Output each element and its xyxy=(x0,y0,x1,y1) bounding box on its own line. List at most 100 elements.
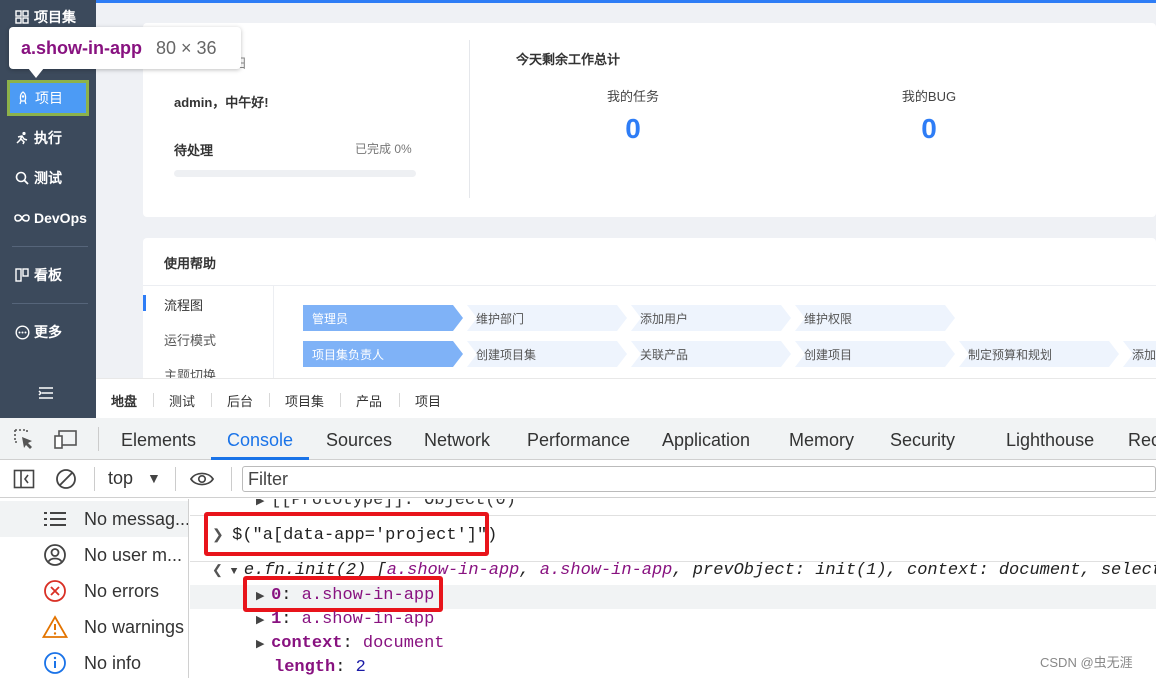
entry-value: 2 xyxy=(355,658,366,677)
sidebar-label: No messag... xyxy=(84,508,188,529)
sidebar-item-test[interactable]: 测试 xyxy=(0,161,96,195)
sidebar-filter-user-messages[interactable]: No user m... xyxy=(0,537,188,573)
console-text: [[Prototype]]: Object(0) xyxy=(271,499,516,510)
clear-console-icon[interactable] xyxy=(54,467,78,491)
tab-performance[interactable]: Performance xyxy=(527,430,630,451)
eye-icon[interactable] xyxy=(190,467,214,491)
sidebar-item-project[interactable]: 项目 xyxy=(7,80,89,116)
console-entry[interactable]: ▶ context: document xyxy=(256,634,445,653)
tab-separator xyxy=(211,393,212,407)
collapse-menu-icon[interactable] xyxy=(38,386,54,405)
my-bugs-label: 我的BUG xyxy=(901,89,957,104)
devtools-tab-bar: Elements Console Sources Network Perform… xyxy=(0,418,1156,460)
expand-arrow-icon: ▶ xyxy=(256,639,272,651)
device-toolbar-icon[interactable] xyxy=(54,428,78,450)
inspect-element-icon[interactable] xyxy=(12,428,36,450)
sidebar-item-execution[interactable]: 执行 xyxy=(0,121,96,155)
flow-step: 维护部门 xyxy=(467,305,627,331)
caret-down-icon[interactable]: ▼ xyxy=(147,470,161,486)
my-bugs-count[interactable]: 0 xyxy=(869,113,989,145)
welcome-card: 日 admin，中午好! 待处理 已完成 0% 今天剩余工作总计 我的任务 0 … xyxy=(143,23,1156,217)
sidebar-filter-info[interactable]: No info xyxy=(0,645,188,678)
sidebar-item-kanban[interactable]: 看板 xyxy=(0,258,96,292)
flow-step: 管理员 xyxy=(303,305,463,331)
sidebar-label: No info xyxy=(84,652,142,673)
tooltip-arrow xyxy=(28,68,44,78)
run-icon xyxy=(14,130,30,146)
entry-value: document xyxy=(362,634,445,653)
console-text: , xyxy=(519,561,540,580)
tab-recorder[interactable]: Rec xyxy=(1128,430,1156,451)
console-prototype-line[interactable]: ▶ [[Prototype]]: Object(0) xyxy=(256,499,516,510)
tab-application[interactable]: Application xyxy=(662,430,750,451)
greeting-text: admin，中午好! xyxy=(174,95,269,110)
tab-sources[interactable]: Sources xyxy=(326,430,392,451)
list-icon xyxy=(42,506,68,532)
sidebar-item-label: 执行 xyxy=(34,130,62,146)
flow-step: 关联产品 xyxy=(631,341,791,367)
tab-separator xyxy=(340,393,341,407)
app-tab-my[interactable]: 地盘 xyxy=(111,391,137,410)
console-entry[interactable]: ▶ 1: a.show-in-app xyxy=(256,610,434,629)
app-tab-admin[interactable]: 后台 xyxy=(227,391,253,410)
tooltip-size: 80 × 36 xyxy=(156,37,217,58)
console-text: a.show-in-app xyxy=(539,561,673,580)
sidebar-label: No warnings xyxy=(84,616,185,637)
context-selector[interactable]: top xyxy=(108,468,133,489)
zentao-app: 项目集 项目 执行 测试 DevOps 看板 更多 admin，中午好! 待处理… xyxy=(0,0,1156,418)
warning-icon xyxy=(42,614,68,640)
expand-arrow-icon: ▼ xyxy=(230,566,244,578)
my-tasks-label: 我的任务 xyxy=(606,89,659,104)
toolbar-separator xyxy=(94,467,95,491)
help-tab-flowchart[interactable]: 流程图 xyxy=(164,295,203,314)
app-tab-test[interactable]: 测试 xyxy=(169,391,195,410)
done-percentage: 已完成 0% xyxy=(355,142,412,156)
help-tab-run-mode[interactable]: 运行模式 xyxy=(164,330,216,349)
console-output: ▶ [[Prototype]]: Object(0) ❯ $("a[data-a… xyxy=(190,499,1156,678)
sidebar-filter-errors[interactable]: No errors xyxy=(0,573,188,609)
tab-memory[interactable]: Memory xyxy=(789,430,854,451)
expand-arrow-icon: ▶ xyxy=(256,499,272,508)
flow-step: 创建项目 xyxy=(795,341,955,367)
user-icon xyxy=(42,542,68,568)
sidebar-item-more[interactable]: 更多 xyxy=(0,315,96,349)
sidebar-item-label: 项目集 xyxy=(34,9,76,25)
tab-separator xyxy=(153,393,154,407)
error-icon xyxy=(42,578,68,604)
help-divider xyxy=(143,285,1156,286)
tab-console[interactable]: Console xyxy=(227,430,293,451)
app-tab-program[interactable]: 项目集 xyxy=(285,391,324,410)
app-tabs-bar: 地盘 测试 后台 项目集 产品 项目 xyxy=(96,378,1156,418)
help-title: 使用帮助 xyxy=(164,256,217,271)
sidebar-item-label: 更多 xyxy=(34,324,62,340)
flow-step: 创建项目集 xyxy=(467,341,627,367)
sidebar-filter-messages[interactable]: No messag... xyxy=(0,501,188,537)
app-tab-project[interactable]: 项目 xyxy=(415,391,441,410)
bug-search-icon xyxy=(14,170,30,186)
watermark: CSDN @虫无涯 xyxy=(1040,655,1133,670)
tab-separator xyxy=(399,393,400,407)
sidebar-filter-warnings[interactable]: No warnings xyxy=(0,609,188,645)
flow-step: 项目集负责人 xyxy=(303,341,463,367)
card-divider xyxy=(469,40,470,198)
tab-network[interactable]: Network xyxy=(424,430,490,451)
tab-security[interactable]: Security xyxy=(890,430,955,451)
stats-title: 今天剩余工作总计 xyxy=(516,52,621,67)
console-sidebar: No messag... No user m... No errors No w… xyxy=(0,499,189,678)
filter-input[interactable] xyxy=(242,466,1156,492)
entry-key: context xyxy=(271,634,343,653)
rocket-icon xyxy=(15,90,31,106)
my-tasks-count[interactable]: 0 xyxy=(573,113,693,145)
info-icon xyxy=(42,650,68,676)
sidebar-label: No errors xyxy=(84,580,160,601)
tab-elements[interactable]: Elements xyxy=(121,430,196,451)
expand-arrow-icon: ▶ xyxy=(256,615,272,627)
sidebar-item-devops[interactable]: DevOps xyxy=(0,201,96,235)
result-chevron-icon: ❮ xyxy=(212,563,231,578)
app-tab-product[interactable]: 产品 xyxy=(356,391,382,410)
tab-lighthouse[interactable]: Lighthouse xyxy=(1006,430,1094,451)
toolbar-separator xyxy=(98,427,99,451)
help-active-indicator xyxy=(143,295,146,311)
top-accent-bar xyxy=(96,0,1156,3)
sidebar-toggle-icon[interactable] xyxy=(12,467,36,491)
